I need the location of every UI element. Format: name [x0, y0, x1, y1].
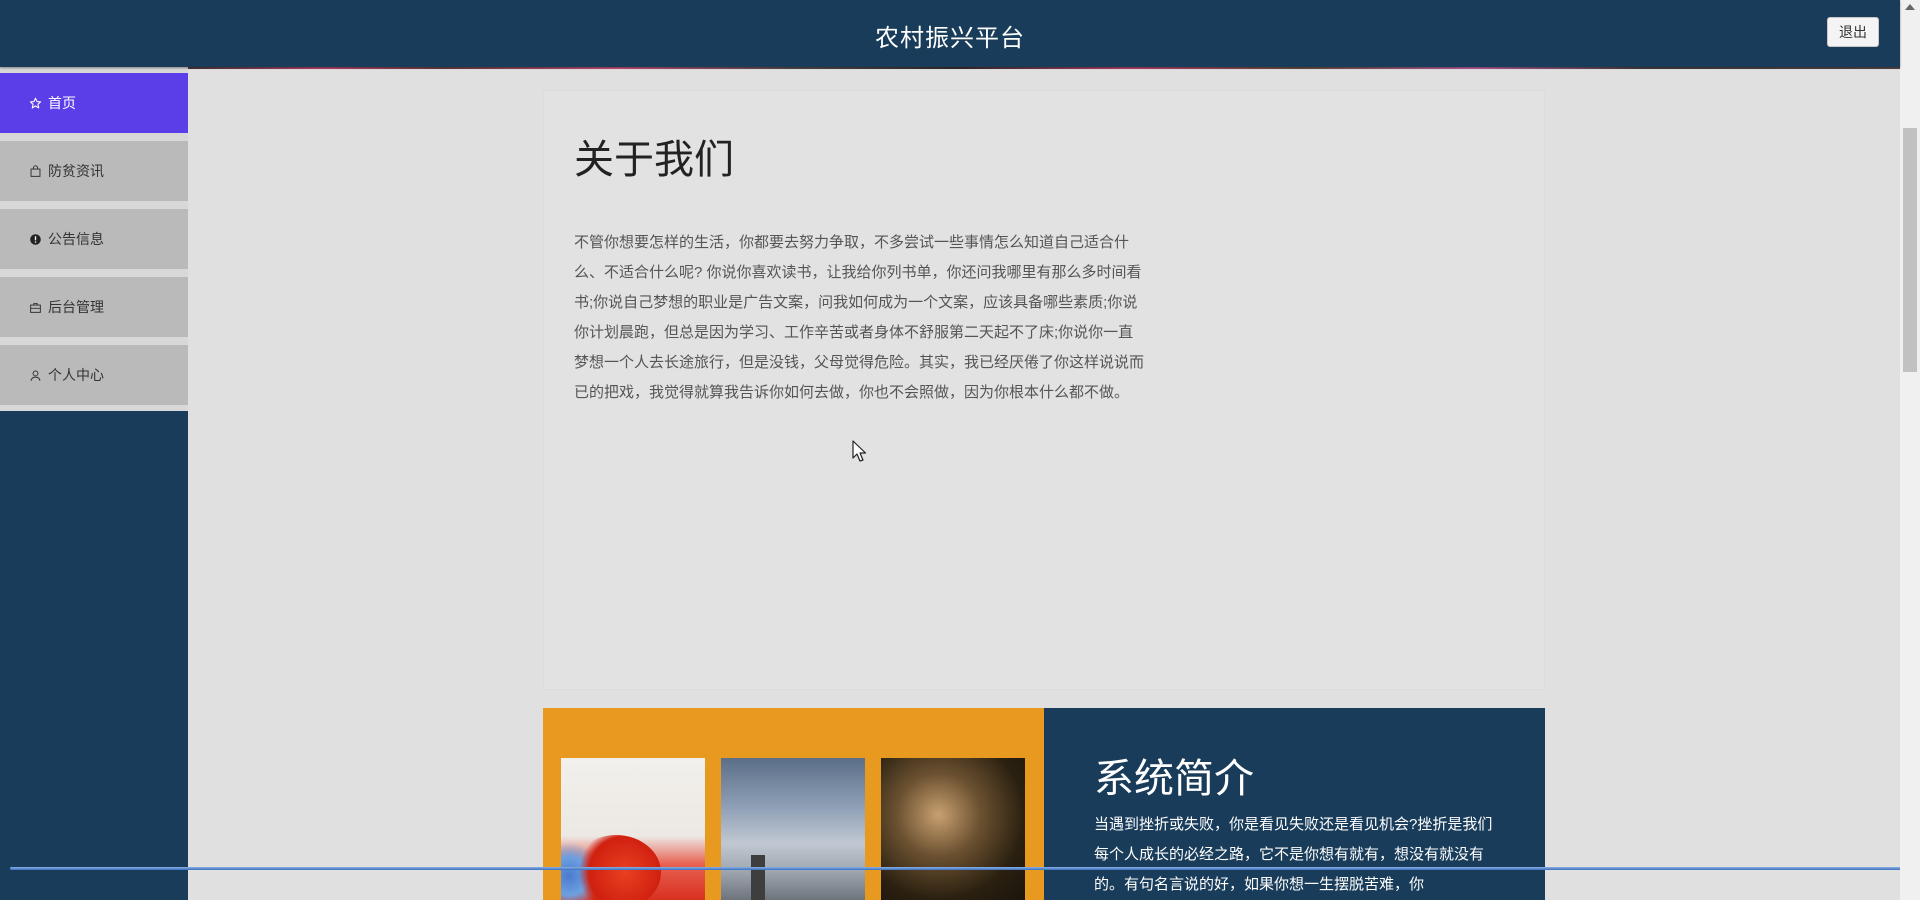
- sidebar-item-profile[interactable]: 个人中心: [0, 345, 188, 405]
- briefcase-icon: [28, 300, 42, 314]
- intro-body: 当遇到挫折或失败，你是看见失败还是看见机会?挫折是我们每个人成长的必经之路，它不…: [1094, 816, 1493, 893]
- sidebar-item-label: 公告信息: [48, 231, 104, 247]
- sidebar: 首页 防贫资讯 公告信息 后台管理 个人中心: [0, 67, 188, 900]
- sidebar-item-label: 防贫资讯: [48, 163, 104, 179]
- about-title: 关于我们: [574, 138, 734, 182]
- gallery-image-abstract[interactable]: [881, 758, 1025, 900]
- gallery-image-paint[interactable]: [561, 758, 705, 900]
- sidebar-item-home[interactable]: 首页: [0, 73, 188, 133]
- gallery-image-misty-town[interactable]: [721, 758, 865, 900]
- sidebar-item-label: 首页: [48, 95, 76, 111]
- top-header: 农村振兴平台 退出: [0, 0, 1900, 67]
- scroll-up-icon[interactable]: [1905, 4, 1915, 10]
- sidebar-item-poverty-news[interactable]: 防贫资讯: [0, 141, 188, 201]
- sidebar-item-announcements[interactable]: 公告信息: [0, 209, 188, 269]
- scrollbar-thumb[interactable]: [1903, 128, 1917, 372]
- sidebar-item-label: 个人中心: [48, 367, 104, 383]
- info-icon: [28, 232, 42, 246]
- bag-icon: [28, 164, 42, 178]
- system-intro-section: 系统简介 当遇到挫折或失败，你是看见失败还是看见机会?挫折是我们每个人成长的必经…: [543, 708, 1545, 900]
- sidebar-menu: 首页 防贫资讯 公告信息 后台管理 个人中心: [0, 67, 188, 411]
- intro-image-gallery: [543, 708, 1044, 900]
- sidebar-item-admin[interactable]: 后台管理: [0, 277, 188, 337]
- star-icon: [28, 96, 42, 110]
- app-title: 农村振兴平台: [875, 25, 1025, 52]
- about-section: 关于我们 不管你想要怎样的生活，你都要去努力争取，不多尝试一些事情怎么知道自己适…: [543, 90, 1545, 690]
- user-icon: [28, 368, 42, 382]
- intro-text-panel: 系统简介 当遇到挫折或失败，你是看见失败还是看见机会?挫折是我们每个人成长的必经…: [1044, 708, 1545, 900]
- sidebar-item-label: 后台管理: [48, 299, 104, 315]
- intro-title: 系统简介: [1094, 757, 1254, 801]
- page-progress-line: [10, 867, 1910, 870]
- about-text: 不管你想要怎样的生活，你都要去努力争取，不多尝试一些事情怎么知道自己适合什么、不…: [574, 234, 1145, 401]
- logout-button[interactable]: 退出: [1827, 17, 1879, 47]
- vertical-scrollbar[interactable]: [1900, 0, 1920, 900]
- mouse-cursor-icon: [852, 440, 867, 462]
